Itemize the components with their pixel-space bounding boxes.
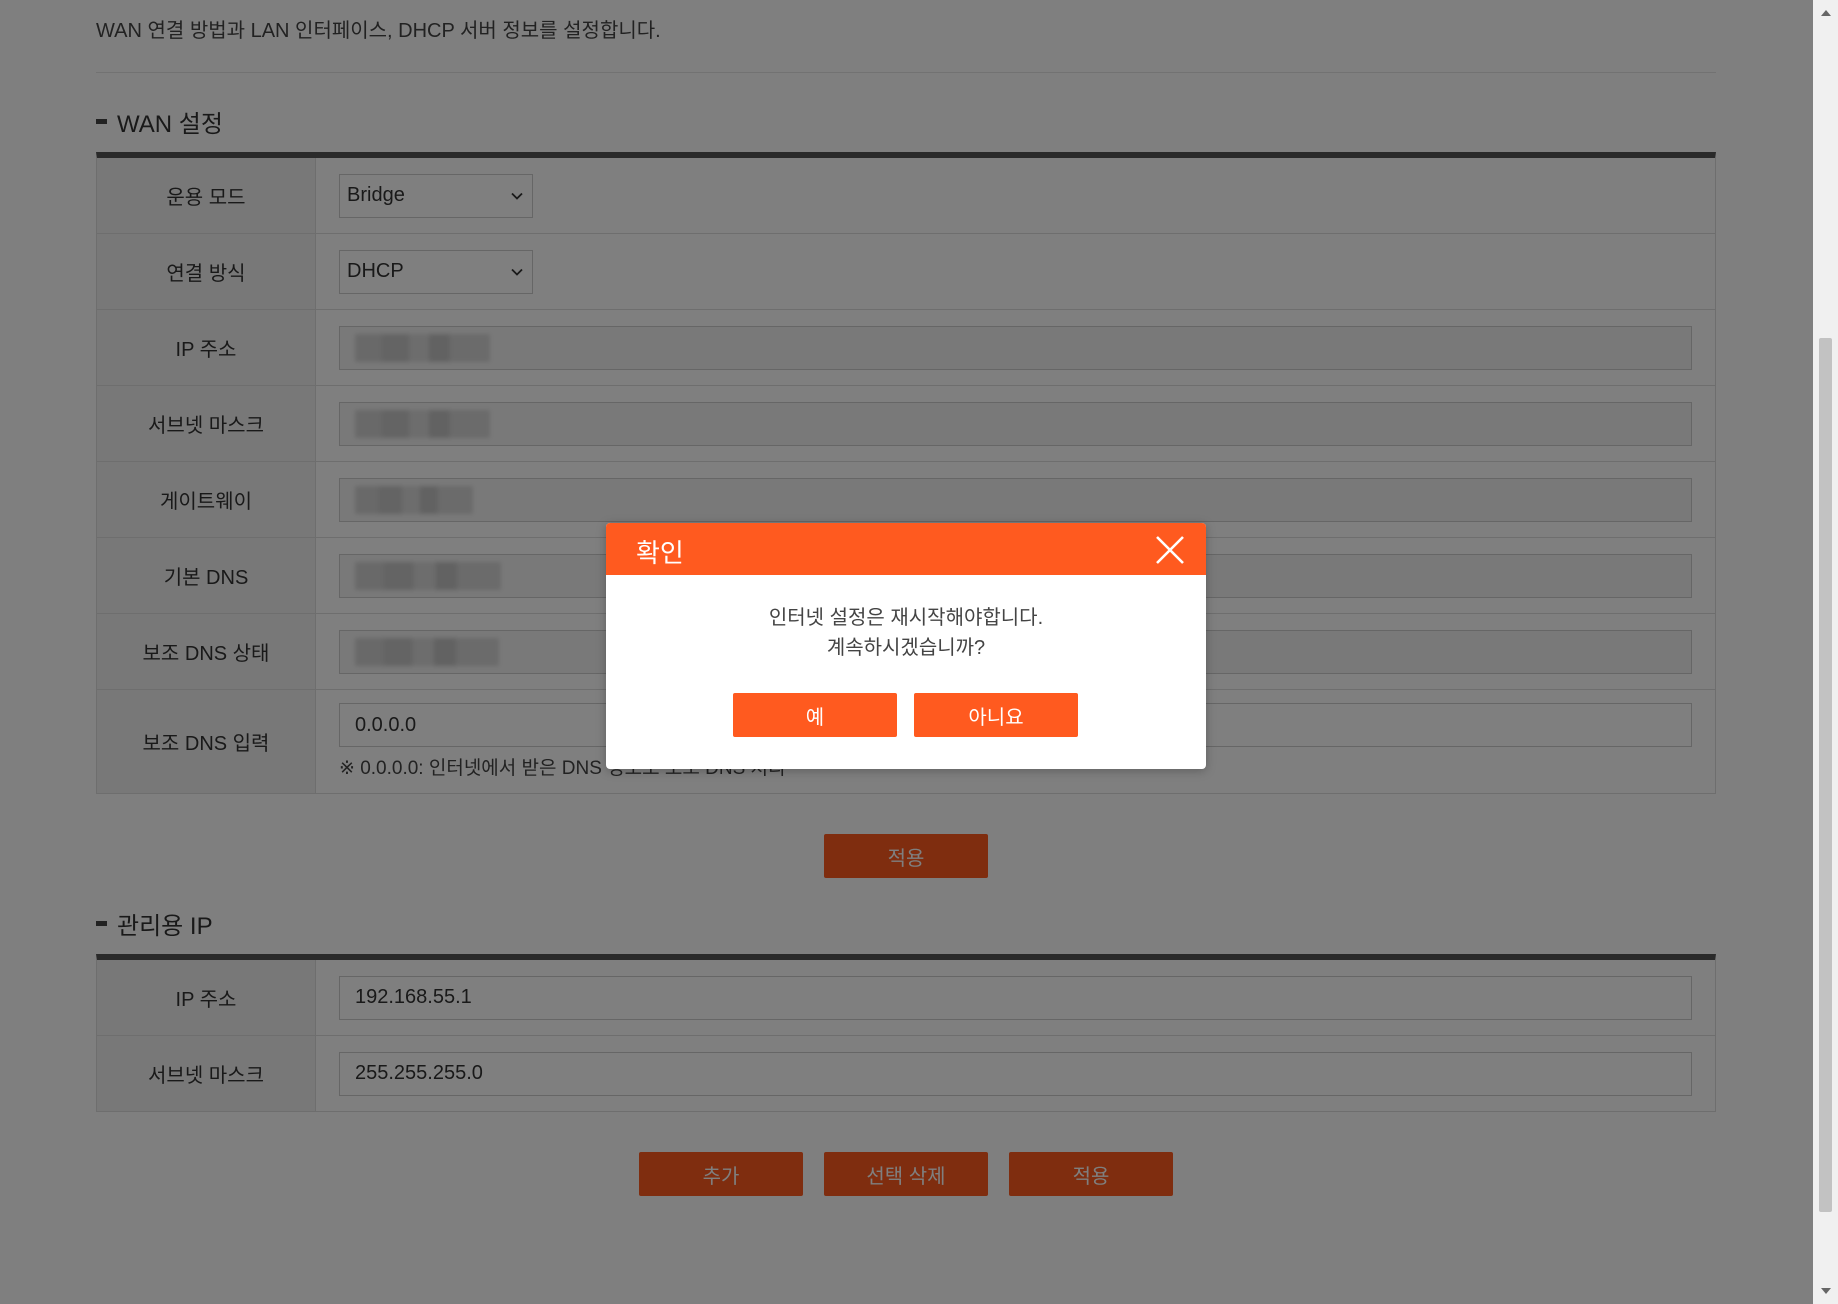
- yes-button[interactable]: 예: [733, 693, 897, 737]
- no-button[interactable]: 아니요: [914, 693, 1078, 737]
- vertical-scrollbar[interactable]: [1813, 0, 1838, 1304]
- close-icon[interactable]: [1154, 534, 1186, 566]
- scroll-up-icon[interactable]: [1821, 10, 1831, 16]
- dialog-message: 인터넷 설정은 재시작해야합니다. 계속하시겠습니까?: [768, 607, 1044, 659]
- scrollbar-thumb[interactable]: [1819, 338, 1832, 1212]
- dialog-title: 확인: [636, 538, 684, 568]
- scroll-down-icon[interactable]: [1821, 1288, 1831, 1294]
- confirm-dialog: 확인 인터넷 설정은 재시작해야합니다. 계속하시겠습니까? 예 아니요: [606, 523, 1206, 769]
- dialog-header: 확인: [606, 523, 1206, 575]
